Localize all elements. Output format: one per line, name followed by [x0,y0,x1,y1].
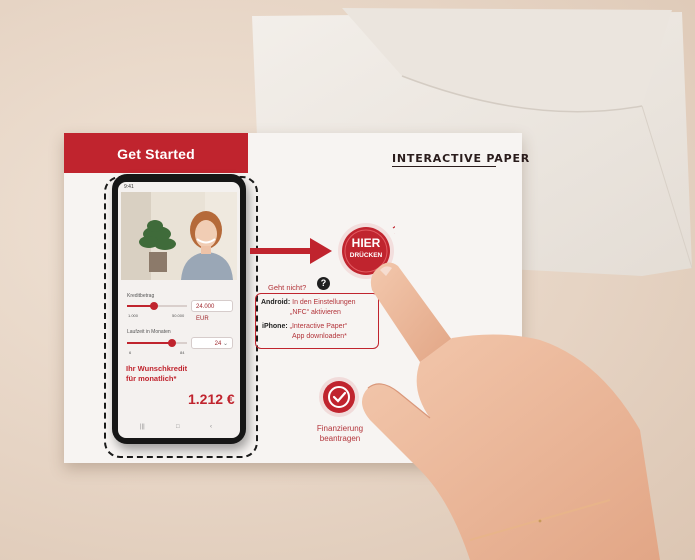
android-label: Android: [261,299,291,306]
credit-slider-knob[interactable] [150,302,158,310]
banner-title: Get Started [117,146,195,162]
press-here-label: HIER [351,236,381,250]
credit-label: Kreditbetrag [127,293,155,299]
press-here-button[interactable] [337,222,395,280]
financing-line-1: Finanzierung [316,424,364,433]
recent-apps-icon[interactable]: ||| [140,424,145,430]
monthly-amount: 1.212 € [188,391,235,407]
iphone-text: „Interactive Paper“ [289,323,348,330]
arrow-shaft [250,248,312,254]
credit-max: 50.000 [172,313,185,318]
term-slider-knob[interactable] [168,339,176,347]
question-icon: ? [317,277,330,290]
android-text-2: „NFC“ aktivieren [290,309,341,316]
financing-line-2: beantragen [319,434,361,443]
term-min: 6 [129,350,132,355]
iphone-line: iPhone: „Interactive Paper“ [262,323,347,330]
arrow-head-icon [310,238,332,264]
wish-line-1: Ihr Wunschkredit [126,364,188,373]
partial-text: K [420,384,426,393]
term-select[interactable]: 24 ⌄ [191,337,233,349]
not-working-text: Geht nicht? [268,283,307,292]
iphone-text-2: App downloaden* [292,333,347,340]
credit-value-field[interactable]: 24.000 EUR [191,300,233,322]
phone-nav-bar: ||| □ ‹ [120,424,238,436]
chevron-down-icon: ⌄ [222,341,228,347]
wish-line-2: für monatlich* [126,374,177,383]
apply-financing-label[interactable]: Finanzierung beantragen [300,424,380,444]
android-text: In den Einstellungen [292,299,356,306]
credit-min: 1.000 [128,313,139,318]
profile-photo [121,192,237,280]
term-slider-fill [127,342,172,344]
home-icon[interactable]: □ [176,424,180,430]
status-time: 9:41 [124,184,134,190]
iphone-label: iPhone: [262,323,288,330]
android-line: Android: In den Einstellungen [261,299,356,306]
press-label: DRÜCKEN [349,252,383,259]
back-icon[interactable]: ‹ [210,424,212,430]
term-value: 24 [214,341,222,347]
checkmark-icon[interactable] [318,376,360,418]
wish-credit-text: Ihr Wunschkredit für monatlich* [126,364,187,384]
brand-logo: INTERACTIVE PAPER [392,152,531,165]
photo-scene: Get Started INTERACTIVE PAPER 9:41 Kredi… [0,0,695,560]
brand-underline [392,166,496,167]
term-max: 84 [180,350,185,355]
term-label: Laufzeit in Monaten [127,329,171,335]
